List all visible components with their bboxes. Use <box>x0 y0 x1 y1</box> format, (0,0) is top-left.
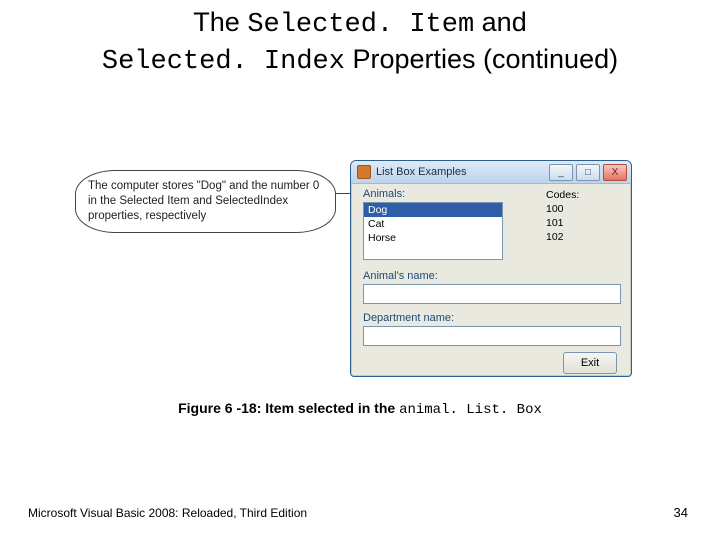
page-number: 34 <box>674 505 688 520</box>
figure-area: The computer stores "Dog" and the number… <box>0 160 720 390</box>
list-item[interactable]: Cat <box>364 217 502 231</box>
footer-text: Microsoft Visual Basic 2008: Reloaded, T… <box>28 506 307 520</box>
department-name-label: Department name: <box>363 312 454 324</box>
codes-list: 100 101 102 <box>546 202 564 245</box>
list-item[interactable]: Dog <box>364 203 502 217</box>
animals-listbox[interactable]: Dog Cat Horse <box>363 202 503 260</box>
animal-name-input[interactable] <box>363 284 621 304</box>
app-icon <box>357 165 371 179</box>
title-post: Properties (continued) <box>345 44 618 74</box>
title-code1: Selected. Item <box>247 10 474 40</box>
window-body: Animals: Codes: Dog Cat Horse 100 101 10… <box>351 184 631 190</box>
list-item[interactable]: Horse <box>364 231 502 245</box>
slide-title: The Selected. Item and Selected. Index P… <box>0 6 720 80</box>
window-title: List Box Examples <box>376 166 466 178</box>
animal-name-label: Animal's name: <box>363 270 438 282</box>
callout-bubble: The computer stores "Dog" and the number… <box>75 170 336 233</box>
caption-lead: Figure 6 -18: Item selected in the <box>178 400 399 416</box>
code-item: 102 <box>546 230 564 244</box>
figure-caption: Figure 6 -18: Item selected in the anima… <box>0 400 720 418</box>
codes-label: Codes: <box>546 188 579 202</box>
minimize-button[interactable]: _ <box>549 164 573 181</box>
caption-code: animal. List. Box <box>399 402 542 418</box>
maximize-button[interactable]: □ <box>576 164 600 181</box>
app-window: List Box Examples _ □ X Animals: Codes: … <box>350 160 632 377</box>
department-name-input[interactable] <box>363 326 621 346</box>
window-titlebar[interactable]: List Box Examples _ □ X <box>351 161 631 184</box>
title-pre: The <box>193 7 247 37</box>
close-button[interactable]: X <box>603 164 627 181</box>
code-item: 100 <box>546 202 564 216</box>
exit-button[interactable]: Exit <box>563 352 617 374</box>
title-code2: Selected. Index <box>102 47 345 77</box>
title-mid: and <box>474 7 527 37</box>
code-item: 101 <box>546 216 564 230</box>
animals-label: Animals: <box>363 188 405 200</box>
